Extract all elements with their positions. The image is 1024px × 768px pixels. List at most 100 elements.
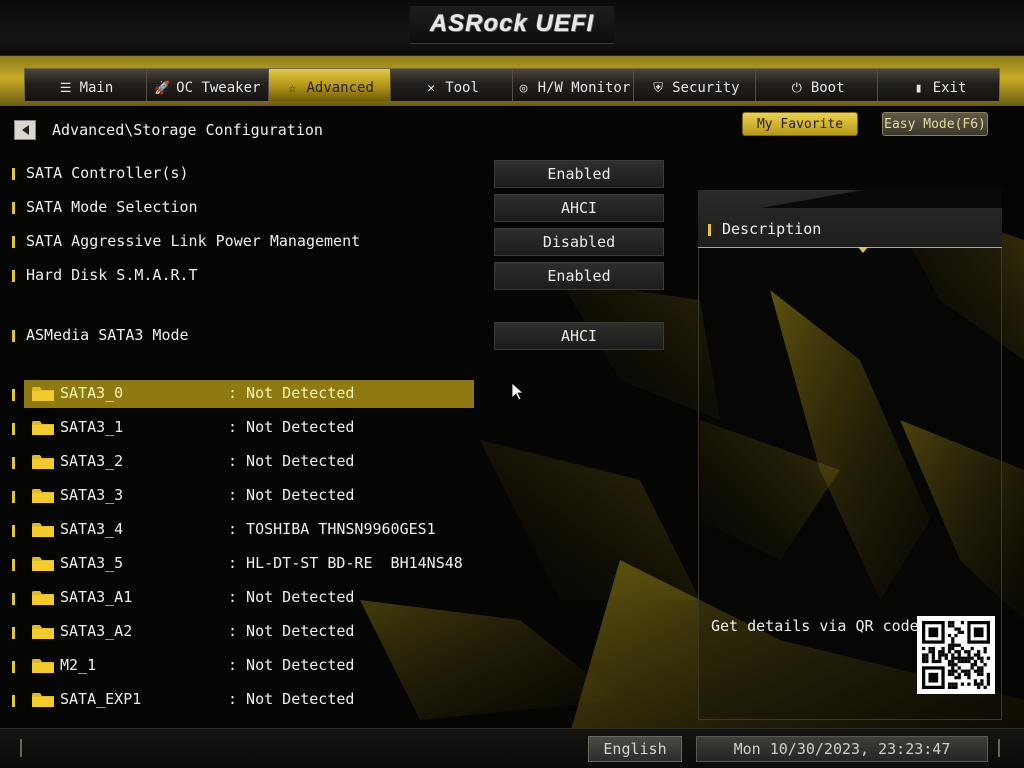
star-icon: ☆ (288, 80, 297, 96)
device-row-sata3-5[interactable]: SATA3_5: HL-DT-ST BD-RE BH14NS48 (12, 550, 474, 578)
device-port-name: SATA3_4 (60, 520, 124, 538)
setting-label: SATA Aggressive Link Power Management (26, 232, 361, 250)
row-marker (12, 389, 15, 401)
tab-label: Main (79, 80, 114, 96)
setting-row-link-power[interactable]: SATA Aggressive Link Power Management Di… (12, 228, 672, 256)
device-status: : TOSHIBA THNSN9960GES1 (228, 520, 436, 538)
asrock-uefi-logo: ASRock UEFI (429, 10, 595, 37)
row-marker (12, 457, 15, 469)
row-marker (12, 168, 15, 180)
tab-bar: ☰ Main 🚀 OC Tweaker ☆ Advanced ✕ Tool ◎ H/W Monit… (24, 68, 1000, 102)
row-marker (12, 627, 15, 639)
device-port-name: SATA_EXP1 (60, 690, 142, 708)
device-row-sata3-1[interactable]: SATA3_1 : Not Detected (12, 414, 474, 442)
list-icon: ☰ (59, 80, 72, 96)
rocket-icon: 🚀 (154, 80, 171, 96)
setting-value-dropdown[interactable]: Disabled (494, 228, 664, 256)
row-marker (12, 491, 15, 503)
row-marker (12, 202, 15, 214)
setting-row-sata-mode[interactable]: SATA Mode Selection AHCI (12, 194, 672, 222)
folder-icon (32, 488, 54, 503)
tab-label: Tool (445, 80, 479, 96)
folder-icon (32, 692, 54, 707)
setting-row-smart[interactable]: Hard Disk S.M.A.R.T Enabled (12, 262, 672, 290)
device-port-name: SATA3_5 (60, 554, 124, 572)
breadcrumb: Advanced\Storage Configuration (52, 121, 323, 139)
tab-label: H/W Monitor (537, 80, 631, 96)
folder-icon (32, 658, 54, 673)
tab-boot[interactable]: ⏻ Boot (756, 69, 879, 101)
tab-exit[interactable]: ▮ Exit (878, 69, 999, 101)
device-port-name: SATA3_1 (60, 418, 124, 436)
setting-row-asmedia-mode[interactable]: ASMedia SATA3 Mode AHCI (12, 322, 672, 350)
device-status: : Not Detected (228, 656, 355, 674)
device-row-sata3-4[interactable]: SATA3_4 : TOSHIBA THNSN9960GES1 (12, 516, 474, 544)
date-time-display[interactable]: Mon 10/30/2023, 23:23:47 (696, 736, 988, 762)
device-status: : Not Detected (228, 690, 355, 708)
language-button[interactable]: English (588, 736, 682, 762)
device-status: : Not Detected (228, 588, 355, 606)
device-row-m2-1[interactable]: M2_1 : Not Detected (12, 652, 474, 680)
device-status: : Not Detected (228, 486, 355, 504)
device-port-name: SATA3_A1 (60, 588, 133, 606)
folder-icon (32, 522, 54, 537)
tab-h-w-monitor[interactable]: ◎ H/W Monitor (513, 69, 635, 101)
device-port-name: M2_1 (60, 656, 97, 674)
setting-value-dropdown[interactable]: AHCI (494, 194, 664, 222)
monitor-icon: ◎ (519, 80, 528, 96)
tab-advanced[interactable]: ☆ Advanced (268, 69, 391, 101)
mouse-cursor-icon (512, 383, 524, 401)
tab-tool[interactable]: ✕ Tool (391, 69, 513, 101)
device-row-sata3-a1[interactable]: SATA3_A1 : Not Detected (12, 584, 474, 612)
row-marker (12, 559, 15, 571)
setting-value-dropdown[interactable]: Enabled (494, 160, 664, 188)
row-marker (12, 525, 15, 537)
setting-value-dropdown[interactable]: Enabled (494, 262, 664, 290)
row-marker (12, 330, 15, 342)
tab-label: Advanced (306, 80, 374, 96)
device-port-name: SATA3_A2 (60, 622, 133, 640)
device-row-sata3-2[interactable]: SATA3_2: Not Detected (12, 448, 474, 476)
device-port-name: SATA3_3 (60, 486, 124, 504)
folder-icon (32, 386, 54, 401)
folder-icon (32, 420, 54, 435)
tools-icon: ✕ (427, 80, 436, 96)
status-bar-marker (998, 739, 1000, 757)
setting-label: SATA Controller(s) (26, 164, 189, 182)
row-marker (12, 423, 15, 435)
device-status: : Not Detected (228, 418, 355, 436)
back-button[interactable] (14, 120, 36, 140)
setting-label: Hard Disk S.M.A.R.T (26, 266, 198, 284)
folder-icon (32, 454, 54, 469)
device-row-sata3-3[interactable]: SATA3_3 : Not Detected (12, 482, 474, 510)
qr-code (917, 616, 995, 694)
easy-mode-button[interactable]: Easy Mode(F6) (882, 112, 988, 136)
folder-icon (32, 556, 54, 571)
row-marker (708, 224, 711, 236)
device-port-name: SATA3_0 (60, 384, 124, 402)
folder-icon (32, 624, 54, 639)
tab-label: Security (672, 80, 740, 96)
qr-caption: Get details via QR code (711, 617, 919, 635)
tab-oc-tweaker[interactable]: 🚀 OC Tweaker (147, 69, 269, 101)
tab-label: Exit (932, 80, 967, 96)
tab-security[interactable]: ⛨ Security (634, 69, 757, 101)
setting-value-dropdown[interactable]: AHCI (494, 322, 664, 350)
tab-main[interactable]: ☰ Main (25, 69, 147, 101)
my-favorite-button[interactable]: My Favorite (742, 112, 858, 136)
row-marker (12, 695, 15, 707)
setting-label: ASMedia SATA3 Mode (26, 326, 189, 344)
device-row-sata3-0[interactable]: SATA3_0: Not Detected (12, 380, 474, 408)
row-marker (12, 661, 15, 673)
exit-door-icon: ▮ (914, 80, 923, 96)
setting-row-sata-controllers[interactable]: SATA Controller(s) Enabled (12, 160, 672, 188)
description-title: Description (722, 220, 822, 238)
tab-label: OC Tweaker (176, 80, 261, 96)
device-row-sata3-a2[interactable]: SATA3_A2 : Not Detected (12, 618, 474, 646)
device-row-sata-exp1[interactable]: SATA_EXP1 : Not Detected (12, 686, 474, 714)
description-pointer-icon (858, 247, 868, 253)
status-bar-marker (20, 739, 22, 757)
device-status: : Not Detected (228, 452, 355, 470)
shield-icon: ⛨ (653, 80, 663, 96)
device-status: : Not Detected (228, 622, 355, 640)
